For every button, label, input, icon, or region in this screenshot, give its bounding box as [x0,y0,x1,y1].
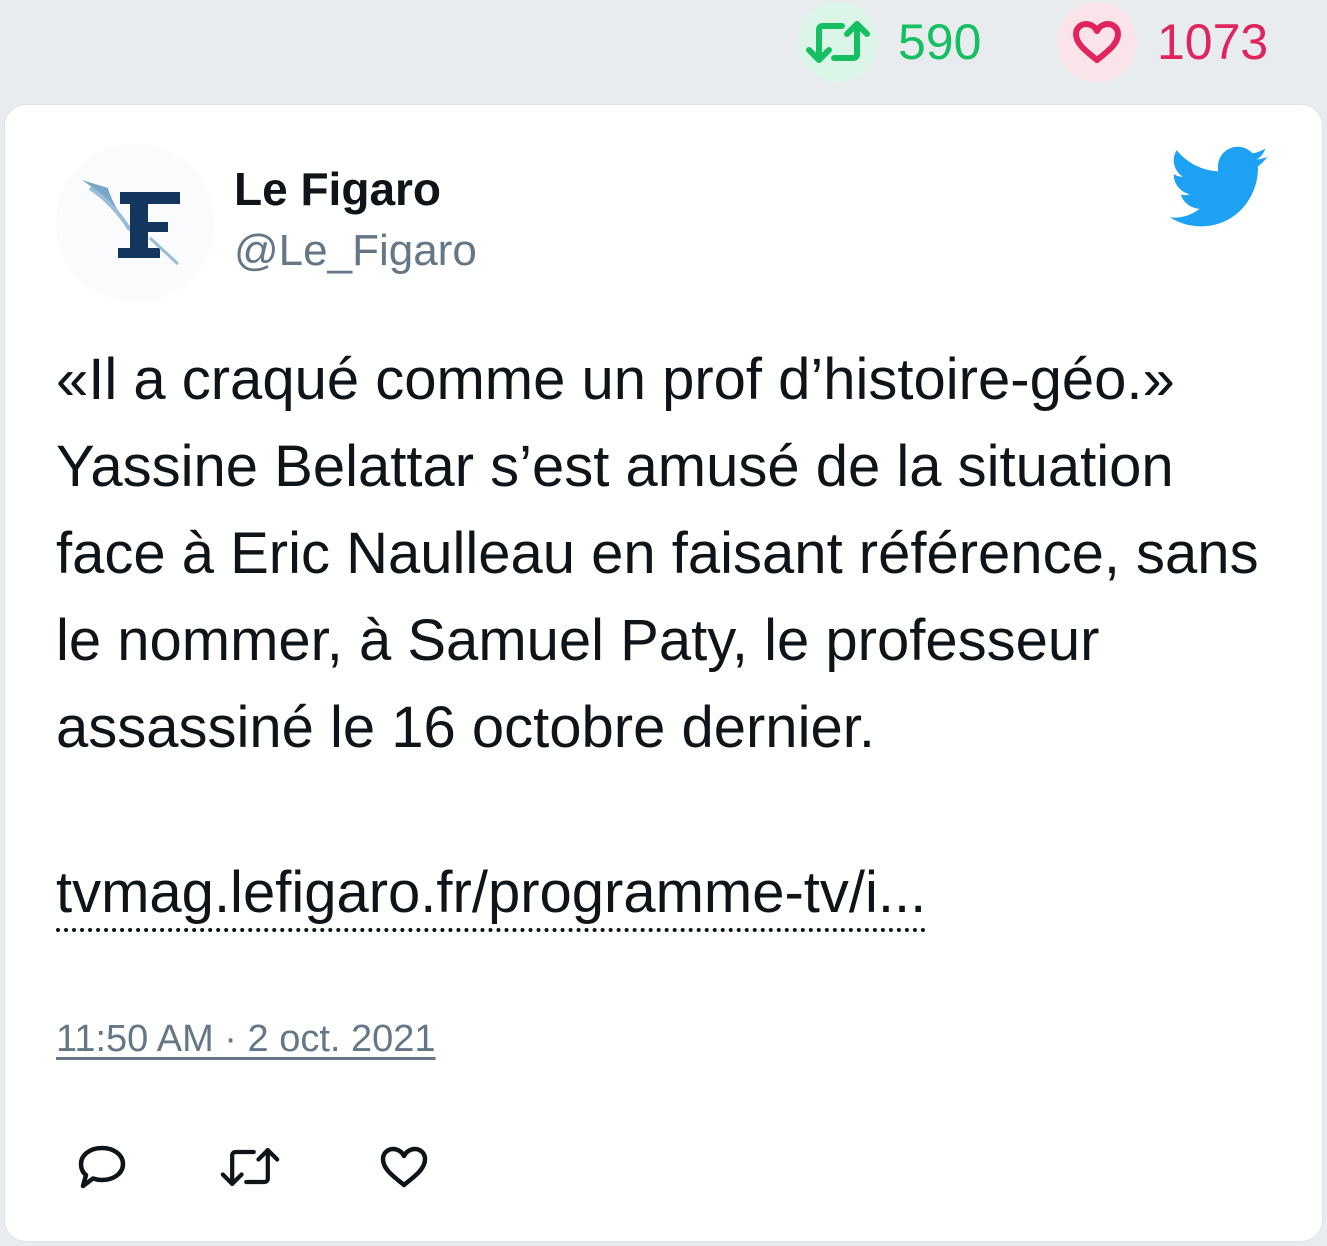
tweet-timestamp[interactable]: 11:50 AM · 2 oct. 2021 [56,1018,436,1061]
like-count: 1073 [1157,14,1269,70]
heart-icon[interactable] [1057,2,1137,82]
author-handle[interactable]: @Le_Figaro [234,226,477,276]
like-stat[interactable]: 1073 [1057,2,1268,82]
avatar[interactable] [56,144,214,302]
author-name[interactable]: Le Figaro [234,162,441,216]
engagement-stats: 590 1073 [0,0,1327,100]
retweet-icon[interactable] [220,1138,280,1196]
twitter-bird-icon[interactable] [1169,145,1270,231]
retweet-icon[interactable] [798,2,878,82]
tweet-link[interactable]: tvmag.lefigaro.fr/programme-tv/i... [56,858,927,932]
retweet-stat[interactable]: 590 [798,2,981,82]
tweet-text: «Il a craqué comme un prof d’histoire-gé… [56,347,1259,760]
heart-icon[interactable] [374,1138,434,1196]
reply-icon[interactable] [72,1138,132,1196]
retweet-count: 590 [898,14,982,70]
le-figaro-logo [82,180,180,266]
